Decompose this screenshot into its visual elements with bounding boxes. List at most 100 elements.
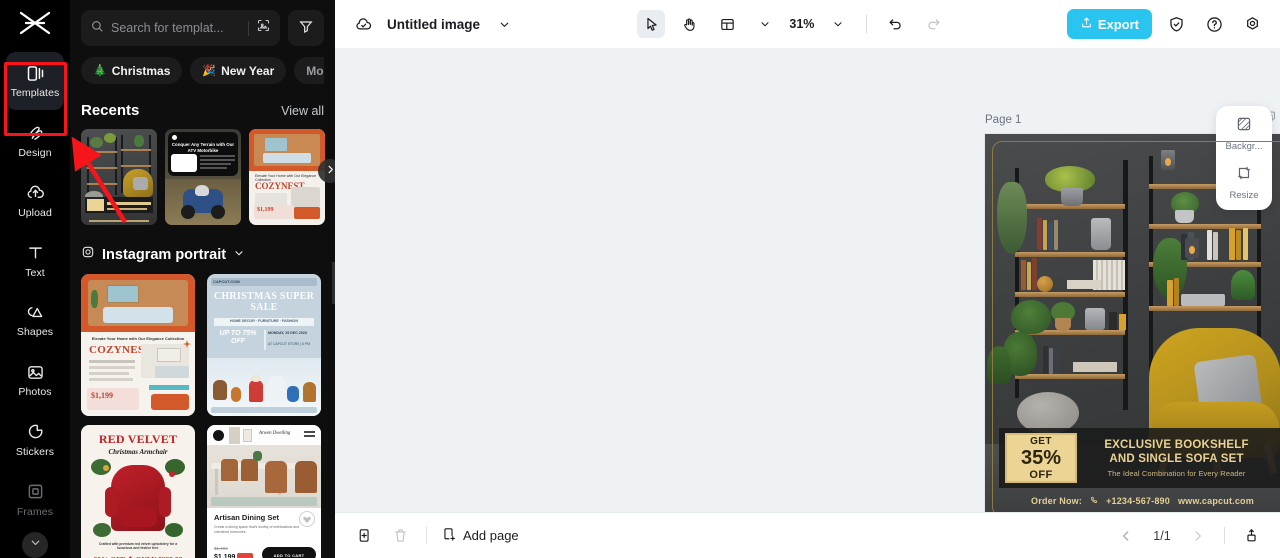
gear-icon[interactable] xyxy=(1238,10,1266,38)
sidebar-item-label: Frames xyxy=(16,505,54,518)
divider xyxy=(1224,527,1225,544)
chip-christmas[interactable]: 🎄 Christmas xyxy=(81,57,183,84)
document-title[interactable]: Untitled image xyxy=(387,17,480,32)
sidebar-item-templates[interactable]: Templates xyxy=(6,51,64,110)
recent-card-cozynest[interactable]: Elevate Your Home with Our Elegance Coll… xyxy=(249,129,325,225)
upload-cloud-icon xyxy=(24,182,46,204)
background-icon xyxy=(1235,115,1253,138)
add-page-button[interactable]: Add page xyxy=(440,526,519,546)
template-brand: Arwen Dwelling xyxy=(259,431,291,436)
sidebar-item-frames[interactable]: Frames xyxy=(6,470,64,528)
recents-next-button[interactable] xyxy=(318,159,335,183)
chevron-down-icon[interactable] xyxy=(490,10,518,38)
chip-new-year[interactable]: 🎉 New Year xyxy=(190,57,287,84)
website: www.capcut.com xyxy=(1177,496,1254,506)
sidebar-item-label: Templates xyxy=(10,87,60,100)
prev-page-button[interactable] xyxy=(1113,523,1139,549)
template-date: MONDAY, 25 DEC 2023 xyxy=(268,331,307,335)
search-row: Search for templat... xyxy=(81,10,324,46)
chip-label: Christmas xyxy=(111,63,171,78)
main-area: Untitled image 31% Export Page 1 GET 35%… xyxy=(335,0,1280,558)
party-popper-icon: 🎉 xyxy=(202,65,217,77)
template-card-cozynest[interactable]: Elevate Your Home with Our Elegance Coll… xyxy=(81,274,195,416)
template-card-artisan-dining[interactable]: Arwen Dwelling Artisan Dining Set Create… xyxy=(207,425,321,558)
template-grid: Elevate Your Home with Our Elegance Coll… xyxy=(81,274,324,558)
chevron-right-icon xyxy=(325,162,336,180)
sidebar-item-upload[interactable]: Upload xyxy=(6,171,64,229)
right-tool-panel: Backgr... Resize xyxy=(1216,106,1272,210)
export-button[interactable]: Export xyxy=(1066,9,1152,39)
template-title: Artisan Dining Set xyxy=(214,513,280,522)
top-toolbar: Untitled image 31% Export xyxy=(335,0,1280,48)
text-icon xyxy=(24,242,46,264)
sidebar-item-design[interactable]: Design xyxy=(6,112,64,170)
shield-check-icon[interactable] xyxy=(1162,10,1190,38)
christmas-tree-icon: 🎄 xyxy=(93,65,107,77)
headline-line-1: EXCLUSIVE BOOKSHELF xyxy=(1104,438,1249,451)
recent-card-atv[interactable]: Conquer Any Terrain with Our ATV Motorbi… xyxy=(165,129,241,225)
duplicate-page-icon[interactable] xyxy=(351,523,377,549)
order-label: Order Now: xyxy=(1031,496,1083,506)
divider xyxy=(248,20,249,36)
panel-collapse-handle[interactable] xyxy=(332,262,335,304)
sidebar-expand-button[interactable] xyxy=(22,532,48,558)
cloud-saved-icon[interactable] xyxy=(349,10,377,38)
sidebar-item-label: Upload xyxy=(18,206,52,219)
subline: The Ideal Combination for Every Reader xyxy=(1107,469,1246,479)
redo-button[interactable] xyxy=(919,10,947,38)
template-brand: CAPCUT.COM xyxy=(213,279,240,284)
hand-tool-button[interactable] xyxy=(675,10,703,38)
filter-chips: 🎄 Christmas 🎉 New Year Mos xyxy=(81,57,324,84)
template-price: $1,199 xyxy=(214,554,236,558)
chevron-down-icon xyxy=(233,246,245,264)
upload-box-icon[interactable] xyxy=(1238,523,1264,549)
background-label: Backgr... xyxy=(1225,141,1263,152)
search-input[interactable]: Search for templat... xyxy=(81,10,280,46)
recents-carousel: Conquer Any Terrain with Our ATV Motorbi… xyxy=(81,129,335,225)
template-venue: AT CAPCUT STORE | 6 PM xyxy=(268,342,311,346)
resize-button[interactable]: Resize xyxy=(1216,164,1272,201)
order-bar: Order Now: +1234-567-890 www.capcut.com xyxy=(999,492,1280,510)
template-price: $1,199 xyxy=(91,391,113,400)
divider xyxy=(866,15,868,33)
filter-button[interactable] xyxy=(288,10,324,46)
sidebar-item-photos[interactable]: Photos xyxy=(6,351,64,409)
templates-panel: Search for templat... 🎄 Christmas 🎉 New … xyxy=(70,0,335,558)
undo-button[interactable] xyxy=(881,10,909,38)
category-header-instagram-portrait[interactable]: Instagram portrait xyxy=(81,245,324,264)
badge-get: GET xyxy=(1030,435,1052,447)
design-icon xyxy=(24,122,46,144)
sidebar-item-label: Text xyxy=(25,266,45,279)
sidebar-item-label: Photos xyxy=(18,386,52,399)
template-card-red-velvet[interactable]: RED VELVET Christmas Armchair Crafted wi… xyxy=(81,425,195,558)
capcut-logo xyxy=(15,6,55,40)
next-page-button[interactable] xyxy=(1185,523,1211,549)
sidebar-item-text[interactable]: Text xyxy=(6,231,64,289)
select-tool-button[interactable] xyxy=(637,10,666,38)
template-title: RED VELVET xyxy=(98,432,178,446)
template-caption: Elevate Your Home with Our Elegance Coll… xyxy=(91,336,185,341)
canvas-stage: Page 1 GET 35% OFF EXCLUSIVE BOOKSHELF A… xyxy=(335,48,1280,512)
layout-chevron-down-icon[interactable] xyxy=(751,10,779,38)
export-upload-icon xyxy=(1080,16,1093,32)
sidebar-item-stickers[interactable]: Stickers xyxy=(6,411,64,469)
image-scan-icon[interactable] xyxy=(256,18,271,38)
layout-grid-icon[interactable] xyxy=(713,10,741,38)
background-button[interactable]: Backgr... xyxy=(1216,115,1272,152)
category-title: Instagram portrait xyxy=(102,246,227,263)
template-detail: Crafted with premium red velvet upholste… xyxy=(98,541,178,551)
templates-icon xyxy=(24,62,46,84)
question-circle-icon[interactable] xyxy=(1200,10,1228,38)
view-all-link[interactable]: View all xyxy=(281,104,324,118)
recent-card-bookshelf[interactable] xyxy=(81,129,157,225)
sidebar-item-shapes[interactable]: Shapes xyxy=(6,291,64,349)
left-sidebar: Templates Design Upload Text Shapes Phot… xyxy=(0,0,70,558)
template-card-christmas-super-sale[interactable]: CAPCUT.COM CHRISTMAS SUPER SALE HOME DEC… xyxy=(207,274,321,416)
chip-most[interactable]: Mos xyxy=(294,57,324,84)
delete-page-icon[interactable] xyxy=(387,523,413,549)
zoom-chevron-down-icon[interactable] xyxy=(824,10,852,38)
template-offer: UP TO 75% OFF xyxy=(219,330,257,345)
banner-text: EXCLUSIVE BOOKSHELF AND SINGLE SOFA SET … xyxy=(1077,428,1276,488)
divider xyxy=(426,527,427,544)
zoom-level[interactable]: 31% xyxy=(789,17,814,31)
